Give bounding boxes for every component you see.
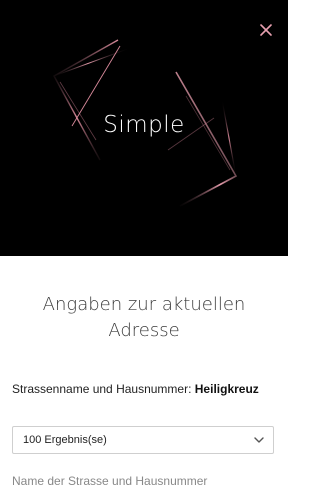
street-info: Strassenname und Hausnummer: Heiligkreuz <box>12 380 276 398</box>
street-value: Heiligkreuz <box>194 382 259 396</box>
close-button[interactable] <box>256 20 276 40</box>
chevron-down-icon <box>254 437 264 443</box>
hero-banner: Simple <box>0 0 288 256</box>
section-heading: Angaben zur aktuellen Adresse <box>42 294 246 341</box>
results-count-select[interactable]: 100 Ergebnis(se) <box>12 426 274 454</box>
close-icon <box>260 24 272 36</box>
brand-logo-text: Simple <box>103 112 185 138</box>
next-field-label: Name der Strasse und Hausnummer <box>12 474 208 488</box>
street-label: Strassenname und Hausnummer: <box>12 382 192 396</box>
results-count-value: 100 Ergebnis(se) <box>23 434 107 446</box>
